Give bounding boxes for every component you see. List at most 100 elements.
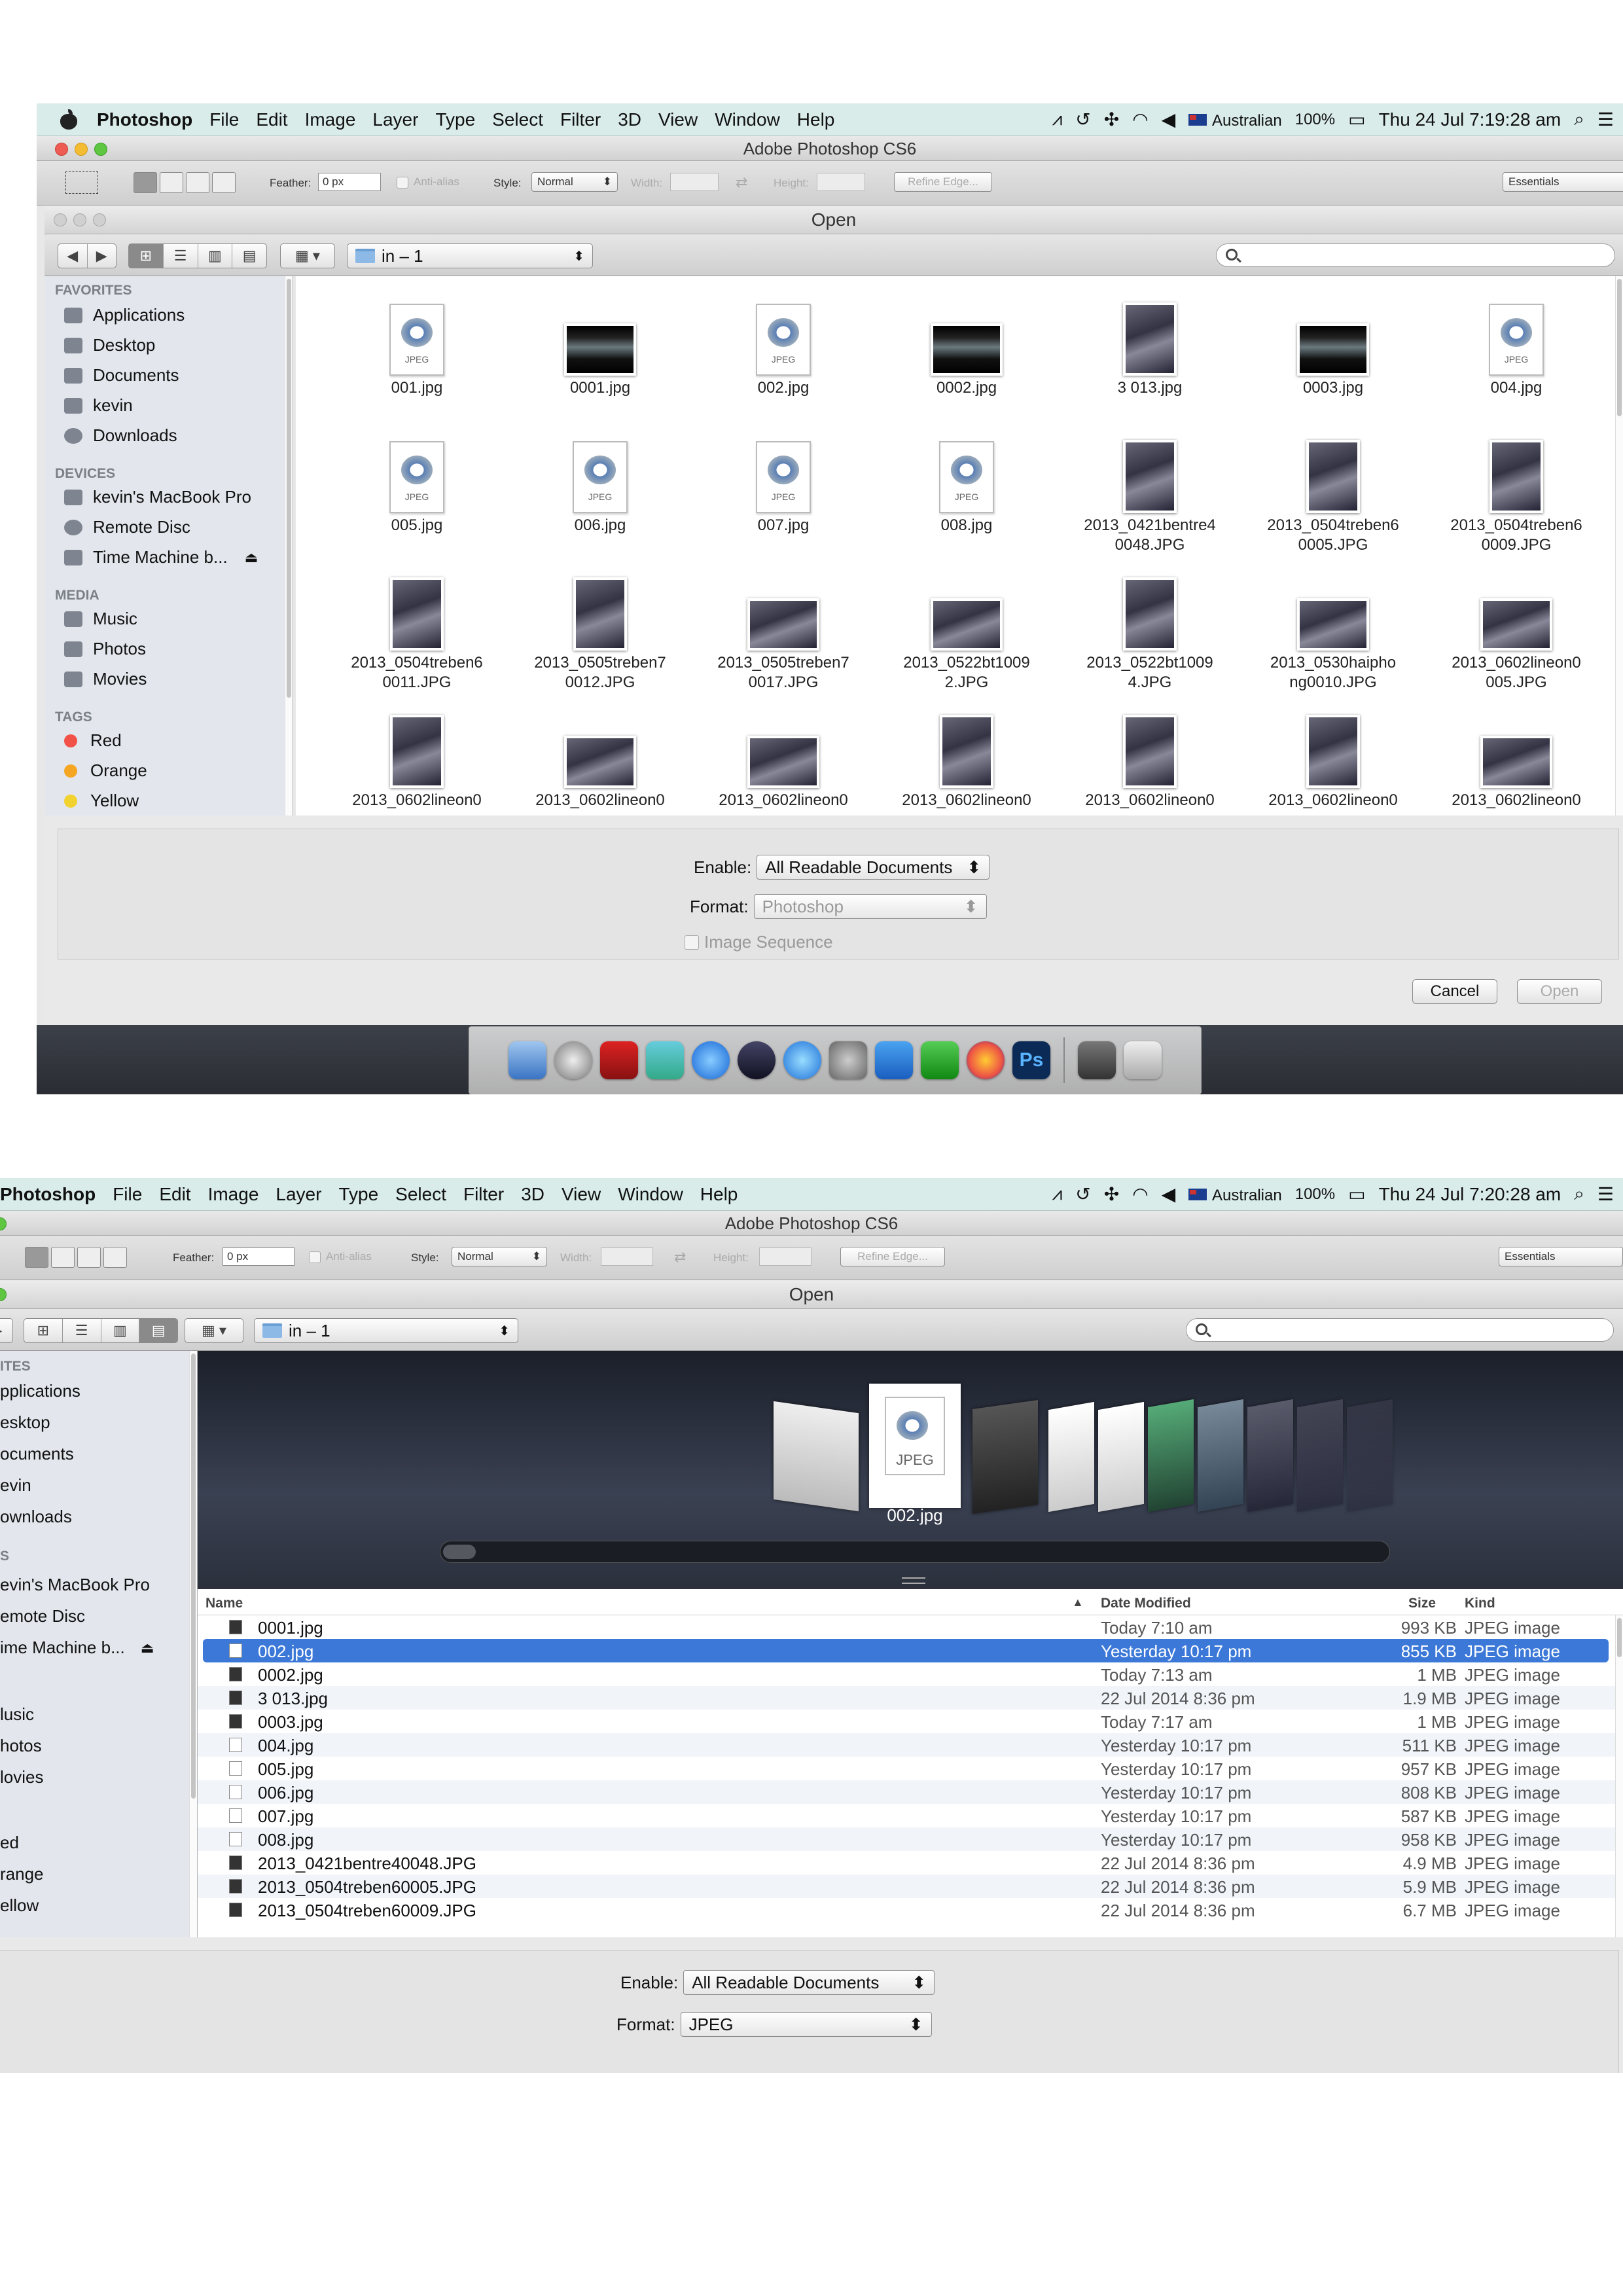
eject-icon[interactable]: ⏏ <box>245 549 259 566</box>
bluetooth-icon[interactable]: ✣ <box>1104 1183 1119 1205</box>
file-item[interactable]: 2013_0602lineon0 <box>325 696 508 810</box>
column-name[interactable]: Name <box>205 1596 243 1611</box>
style-select[interactable]: Normal ⬍ <box>452 1247 547 1266</box>
clock[interactable]: Thu 24 Jul 7:20:28 am <box>1379 1184 1561 1205</box>
feather-input[interactable]: 0 px <box>223 1247 294 1266</box>
workspace-select[interactable]: Essentials <box>1499 1247 1623 1266</box>
bluetooth-icon[interactable]: ✣ <box>1104 109 1119 130</box>
input-source[interactable]: Australian <box>1188 1184 1282 1205</box>
antialias-checkbox[interactable]: Anti-alias <box>309 1250 372 1263</box>
antialias-checkbox[interactable]: Anti-alias <box>397 175 459 188</box>
table-row[interactable]: 2013_0421bentre40048.JPG 22 Jul 2014 8:36… <box>198 1851 1623 1874</box>
sidebar-item-kevin[interactable]: evin <box>0 1475 31 1496</box>
menu-window[interactable]: Window <box>618 1184 683 1205</box>
menu-edit[interactable]: Edit <box>159 1184 190 1205</box>
menu-view[interactable]: View <box>658 109 698 130</box>
list-view-button[interactable]: ☰ <box>164 244 198 268</box>
file-item[interactable]: 0002.jpg <box>875 284 1058 398</box>
menu-image[interactable]: Image <box>208 1184 259 1205</box>
sidebar-item-kevin[interactable]: kevin <box>64 395 133 416</box>
table-row[interactable]: 002.jpg Yesterday 10:17 pm 855 KB JPEG imag… <box>203 1639 1609 1662</box>
list-view-button[interactable]: ☰ <box>63 1319 101 1342</box>
dialog-minimize-button[interactable] <box>73 213 86 226</box>
subtract-selection-button[interactable] <box>77 1247 101 1268</box>
dialog-zoom-button[interactable] <box>0 1288 7 1301</box>
subtract-selection-button[interactable] <box>186 172 209 193</box>
location-popup[interactable]: in – 1 ⬍ <box>254 1318 518 1343</box>
launchpad-icon[interactable] <box>554 1041 592 1079</box>
table-row[interactable]: 0002.jpg Today 7:13 am 1 MB JPEG image <box>198 1662 1623 1686</box>
menu-3d[interactable]: 3D <box>521 1184 544 1205</box>
search-input[interactable] <box>1186 1318 1614 1342</box>
table-row[interactable]: 2013_0504treben60009.JPG 22 Jul 2014 8:36… <box>198 1898 1623 1922</box>
zoom-window-button[interactable] <box>94 143 107 156</box>
menu-help[interactable]: Help <box>797 109 835 130</box>
cover-item[interactable] <box>1098 1401 1144 1513</box>
input-source[interactable]: Australian <box>1188 109 1282 130</box>
icon-view-button[interactable]: ⊞ <box>129 244 164 268</box>
style-select[interactable]: Normal ⬍ <box>531 172 618 192</box>
search-input[interactable] <box>1216 243 1615 267</box>
sidebar-item-macbook[interactable]: evin's MacBook Pro <box>0 1575 150 1595</box>
sidebar-scroll-thumb[interactable] <box>287 279 291 698</box>
app-store-icon[interactable] <box>783 1041 821 1079</box>
new-selection-button[interactable] <box>25 1247 48 1268</box>
cover-flow-button[interactable]: ▤ <box>232 244 266 268</box>
marquee-tool-icon[interactable] <box>65 171 98 194</box>
menu-select[interactable]: Select <box>395 1184 446 1205</box>
width-input[interactable] <box>601 1247 653 1266</box>
audio-app-icon[interactable] <box>738 1041 776 1079</box>
cover-item[interactable] <box>1247 1399 1293 1513</box>
trash-icon[interactable] <box>1124 1041 1162 1079</box>
back-button[interactable]: ◀ <box>58 244 88 268</box>
clock[interactable]: Thu 24 Jul 7:19:28 am <box>1379 109 1561 130</box>
sidebar-item-macbook[interactable]: kevin's MacBook Pro <box>64 487 251 507</box>
file-item[interactable]: 2013_0505treben7 0012.JPG <box>508 559 692 692</box>
battery-icon[interactable]: ▭ <box>1348 1183 1365 1205</box>
wifi-icon[interactable]: ◠ <box>1132 1183 1148 1205</box>
sidebar-tag-orange[interactable]: range <box>0 1864 44 1884</box>
itunes-icon[interactable] <box>692 1041 730 1079</box>
sidebar-item-applications[interactable]: pplications <box>0 1381 80 1401</box>
sidebar-item-time-machine[interactable]: Time Machine b... ⏏ <box>64 547 258 567</box>
table-row[interactable]: 2013_0504treben60005.JPG 22 Jul 2014 8:36… <box>198 1874 1623 1898</box>
menu-3d[interactable]: 3D <box>618 109 641 130</box>
enable-select[interactable]: All Readable Documents ⬍ <box>683 1970 935 1995</box>
grid-scroll-thumb[interactable] <box>1617 279 1622 416</box>
close-window-button[interactable] <box>55 143 68 156</box>
column-size[interactable]: Size <box>1408 1596 1436 1611</box>
forward-button[interactable]: ▶ <box>88 244 116 268</box>
menu-help[interactable]: Help <box>700 1184 738 1205</box>
file-item[interactable]: JPEG 001.jpg <box>325 284 508 398</box>
cancel-button[interactable]: Cancel <box>1412 979 1497 1004</box>
menu-file[interactable]: File <box>209 109 239 130</box>
height-input[interactable] <box>817 173 865 191</box>
column-view-button[interactable]: ▥ <box>198 244 233 268</box>
table-row[interactable]: 006.jpg Yesterday 10:17 pm 808 KB JPEG imag… <box>198 1780 1623 1804</box>
cover-item[interactable] <box>1048 1401 1094 1513</box>
file-item[interactable]: 3 013.jpg <box>1058 284 1241 398</box>
file-item[interactable]: 2013_0602lineon0 005.JPG <box>1425 559 1608 692</box>
downloads-stack-icon[interactable] <box>1078 1041 1116 1079</box>
file-item[interactable]: JPEG 002.jpg <box>692 284 875 398</box>
cover-flow-button[interactable]: ▤ <box>139 1319 177 1342</box>
cover-item[interactable] <box>1148 1399 1194 1513</box>
intersect-selection-button[interactable] <box>103 1247 127 1268</box>
sidebar-item-movies[interactable]: lovies <box>0 1767 43 1787</box>
notification-center-icon[interactable]: ☰ <box>1597 109 1614 130</box>
sidebar-tag-orange[interactable]: Orange <box>64 761 147 781</box>
system-preferences-icon[interactable] <box>829 1041 867 1079</box>
file-item[interactable]: JPEG 004.jpg <box>1425 284 1608 398</box>
workspace-select[interactable]: Essentials <box>1503 172 1623 192</box>
refine-edge-button[interactable]: Refine Edge... <box>894 172 992 192</box>
sidebar-item-time-machine[interactable]: ime Machine b... ⏏ <box>0 1638 154 1658</box>
file-item[interactable]: 2013_0602lineon0 <box>875 696 1058 810</box>
checkbox[interactable] <box>685 935 699 950</box>
sidebar-item-remote-disc[interactable]: emote Disc <box>0 1606 85 1626</box>
sidebar-tag-red[interactable]: Red <box>64 730 122 751</box>
forward-button[interactable]: ▶ <box>0 1319 12 1342</box>
file-item[interactable]: 2013_0504treben6 0011.JPG <box>325 559 508 692</box>
cover-flow-scroll-thumb[interactable] <box>443 1545 476 1559</box>
cover-item-selected[interactable]: JPEG <box>869 1384 961 1508</box>
file-item[interactable]: JPEG 006.jpg <box>508 422 692 535</box>
